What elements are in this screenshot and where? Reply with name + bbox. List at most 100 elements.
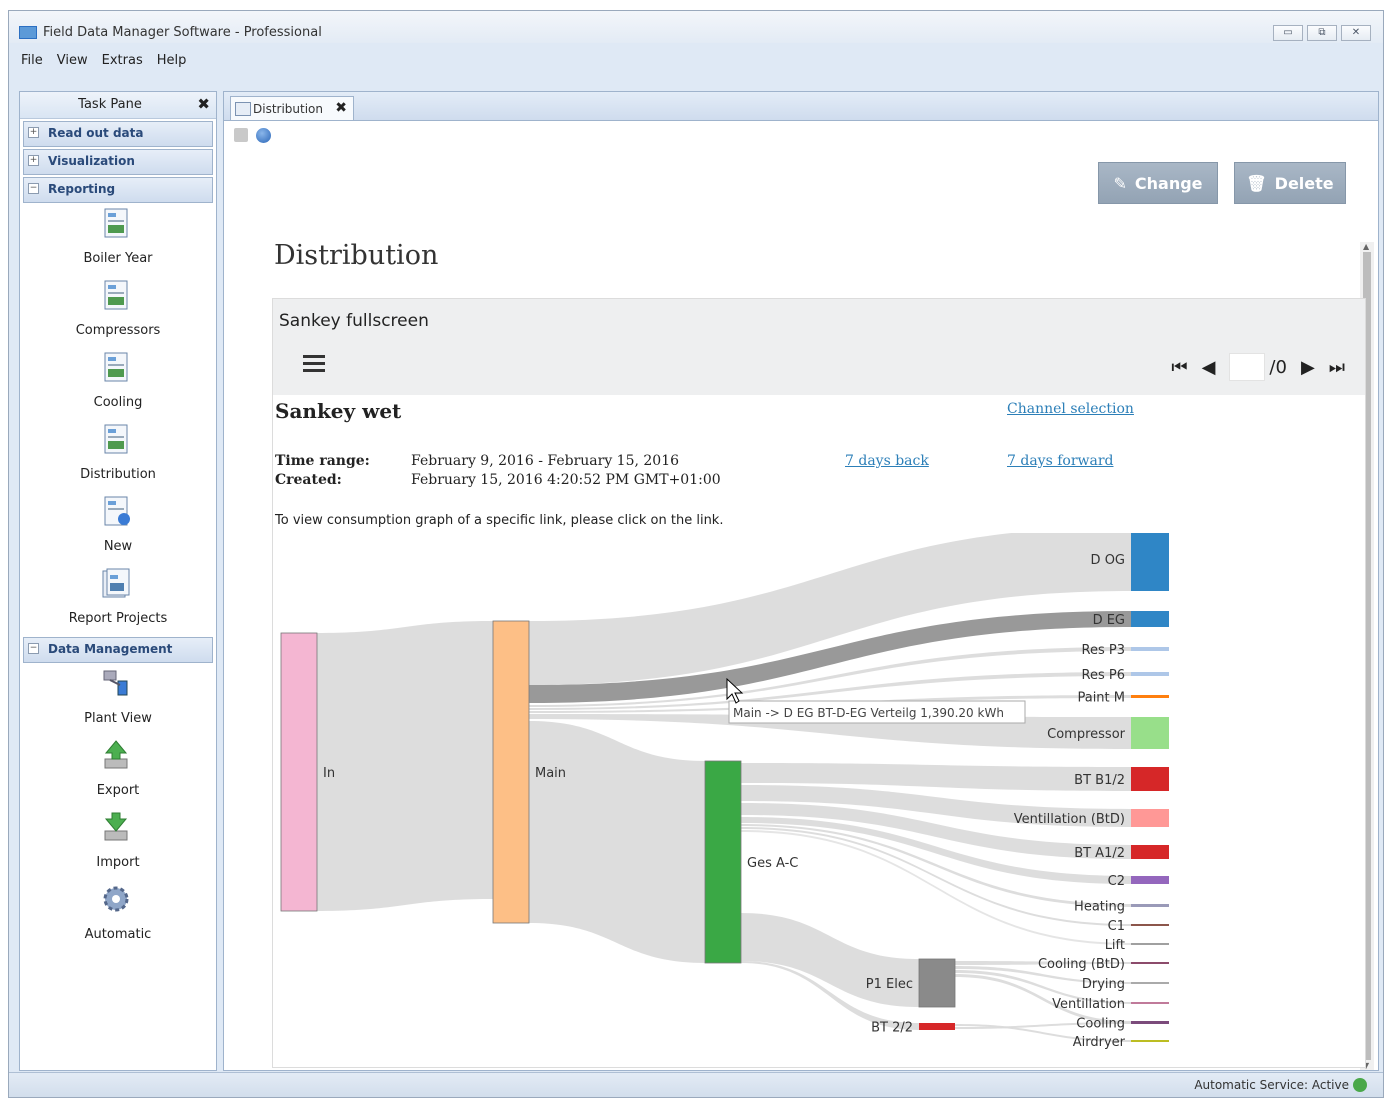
section-data-management[interactable]: − Data Management [23,637,213,663]
sankey-node-deg[interactable] [1131,611,1169,627]
sankey-label-btb12: BT B1/2 [1074,773,1125,788]
close-window-button[interactable]: ✕ [1341,25,1371,41]
change-button[interactable]: ✎ Change [1098,162,1218,204]
collapse-icon: − [28,183,39,194]
section-read-out-data[interactable]: + Read out data [23,121,213,147]
sankey-label-lift: Lift [1105,938,1125,953]
data-item-plant-view[interactable]: Plant View [20,663,216,735]
report-icon [104,280,128,310]
scroll-up-icon[interactable]: ▲ [1363,242,1369,251]
sankey-node-bt22[interactable] [919,1023,955,1030]
report-title: Sankey wet [275,399,402,423]
page-input[interactable] [1229,353,1266,381]
section-label: Data Management [48,642,173,656]
sankey-node-lift[interactable] [1131,943,1169,945]
status-text: Automatic Service: Active [1194,1078,1349,1092]
sankey-node-ges[interactable] [704,760,742,964]
delete-button[interactable]: 🗑 Delete [1234,162,1346,204]
sankey-node-vent[interactable] [1131,809,1169,827]
plant-view-icon [103,670,128,696]
report-item-label: Compressors [75,323,161,338]
next-page-icon[interactable]: ▶ [1301,357,1315,378]
delete-label: Delete [1274,173,1334,193]
expand-icon: + [28,155,39,166]
sankey-node-btb12[interactable] [1131,767,1169,791]
sankey-node-bta12[interactable] [1131,845,1169,859]
report-item-cooling[interactable]: Cooling [20,347,216,419]
report-item-compressors[interactable]: Compressors [20,275,216,347]
sankey-node-c2[interactable] [1131,876,1169,884]
sankey-label-in: In [323,766,335,781]
panel-header: Sankey fullscreen ⏮ ◀ /0 ▶ ⏭ [273,299,1365,395]
sankey-label-c2: C2 [1108,874,1125,889]
maximize-button[interactable]: ⧉ [1307,25,1337,41]
sankey-node-in[interactable] [280,632,318,912]
data-item-automatic[interactable]: Automatic [20,879,216,951]
menu-extras[interactable]: Extras [102,53,143,68]
report-item-label: Boiler Year [83,251,153,266]
menu-file[interactable]: File [21,53,43,68]
sankey-node-cooling[interactable] [1131,1021,1169,1024]
sankey-node-p1[interactable] [918,958,956,1008]
menu-view[interactable]: View [57,53,88,68]
menu-help[interactable]: Help [157,53,187,68]
sankey-node-airdryer[interactable] [1131,1040,1169,1042]
report-item-distribution[interactable]: Distribution [20,419,216,491]
days-back-link[interactable]: 7 days back [845,453,929,469]
time-range-label: Time range: [275,453,370,469]
sankey-node-ventil[interactable] [1131,1002,1169,1004]
last-page-icon[interactable]: ⏭ [1329,357,1345,378]
sankey-node-resp3[interactable] [1131,647,1169,651]
report-item-boiler-year[interactable]: Boiler Year [20,203,216,275]
tab-distribution[interactable]: Distribution ✖ [230,96,354,120]
first-page-icon[interactable]: ⏮ [1171,357,1187,378]
report-tab-icon [235,102,251,116]
section-visualization[interactable]: + Visualization [23,149,213,175]
sankey-label-vent: Ventillation (BtD) [1014,812,1125,827]
report-projects-icon [102,568,130,598]
sankey-label-paint: Paint M [1077,691,1125,706]
channel-selection-link[interactable]: Channel selection [1007,401,1134,417]
page-total: /0 [1269,356,1287,378]
import-icon [104,812,128,841]
pencil-icon: ✎ [1113,173,1127,193]
sankey-link-in-main[interactable] [317,621,493,911]
sankey-node-comp[interactable] [1131,717,1169,749]
task-pane-close-icon[interactable]: ✖ [197,95,210,113]
sankey-node-heat[interactable] [1131,904,1169,907]
sankey-node-dog[interactable] [1131,533,1169,591]
sankey-node-main[interactable] [492,620,530,924]
tooltip: Main -> D EG BT-D-EG Verteilg 1,390.20 k… [728,700,1026,724]
sankey-node-c1[interactable] [1131,924,1169,926]
data-item-export[interactable]: Export [20,735,216,807]
section-reporting[interactable]: − Reporting [23,177,213,203]
pager: ⏮ ◀ /0 ▶ ⏭ [1171,353,1345,381]
panel-title: Sankey fullscreen [279,311,429,331]
data-item-label: Import [96,855,140,870]
sankey-diagram[interactable]: In Main Ges A-C P1 Elec BT 2/2 D OG D EG Res P3… [273,533,1367,1067]
data-item-import[interactable]: Import [20,807,216,879]
sankey-node-coolbtd[interactable] [1131,962,1169,964]
sankey-link-main-ges[interactable] [529,721,705,963]
sankey-node-paint[interactable] [1131,695,1169,698]
globe-icon[interactable] [256,128,271,143]
report-item-label: Cooling [93,395,143,410]
sankey-label-c1: C1 [1108,919,1125,934]
status-bar: Automatic Service: Active [9,1072,1383,1097]
report-item-new[interactable]: New [20,491,216,563]
export-icon [104,740,128,769]
prev-page-icon[interactable]: ◀ [1202,357,1216,378]
days-forward-link[interactable]: 7 days forward [1007,453,1114,469]
sankey-node-resp6[interactable] [1131,672,1169,676]
sankey-node-drying[interactable] [1131,982,1169,984]
report-item-report-projects[interactable]: Report Projects [20,563,216,635]
task-pane-title: Task Pane [78,97,142,112]
hamburger-menu-icon[interactable] [303,355,325,376]
tab-close-icon[interactable]: ✖ [335,100,347,116]
report-item-label: Distribution [80,467,156,482]
sankey-label-comp: Compressor [1047,727,1126,742]
change-label: Change [1134,173,1203,193]
content-area: Distribution ✖ ✎ Change 🗑 Delete Distribut… [223,91,1379,1071]
minimize-button[interactable]: ▭ [1273,25,1303,41]
print-icon[interactable] [234,128,248,142]
